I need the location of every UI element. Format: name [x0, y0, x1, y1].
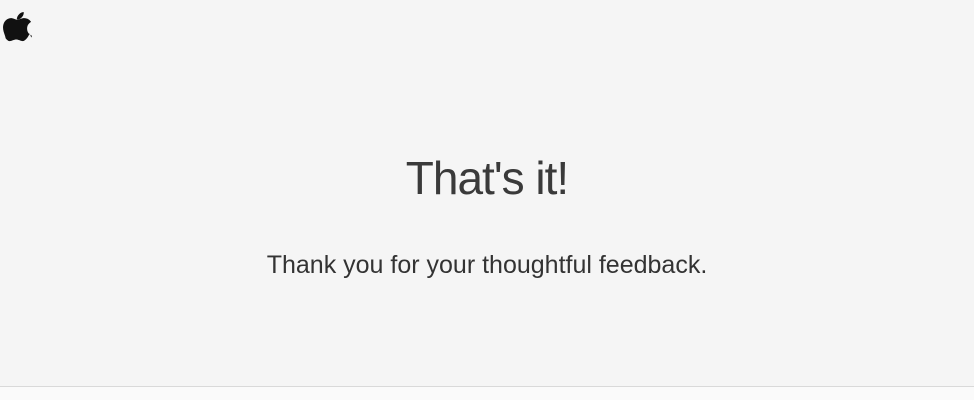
confirmation-panel: That's it! Thank you for your thoughtful… — [0, 0, 974, 386]
footer-band — [0, 387, 974, 400]
page-title: That's it! — [405, 152, 569, 204]
thank-you-message: Thank you for your thoughtful feedback. — [266, 251, 708, 279]
